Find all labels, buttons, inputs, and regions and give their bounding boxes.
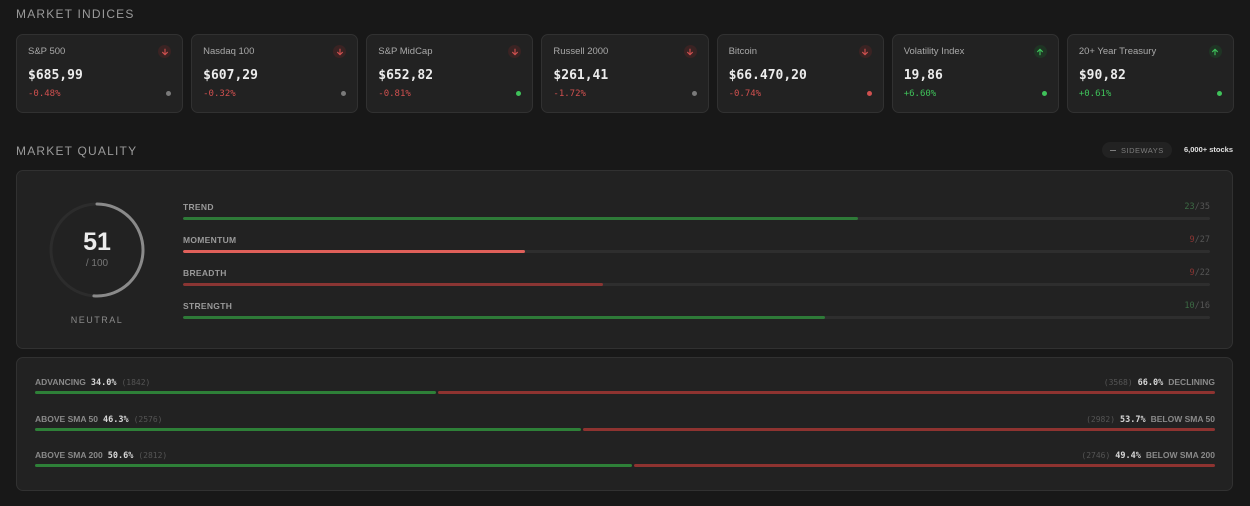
index-price: $66.470,20 (728, 68, 807, 83)
metric-track (183, 283, 1210, 286)
breadth-right: (2746) 49.4% BELOW SMA 200 (1081, 450, 1215, 461)
index-change: -0.74% (728, 89, 762, 99)
index-change: +6.60% (903, 89, 937, 99)
index-cards: S&P 500 $685,99 -0.48% Nasdaq 100 $607,2… (16, 34, 1234, 113)
breadth-row-sma50: ABOVE SMA 50 46.3% (2576) (2982) 53.7% BELOW… (35, 414, 1215, 440)
quality-score: 51 (83, 228, 111, 256)
regime-label: SIDEWAYS (1121, 145, 1164, 155)
metric-fill (183, 283, 604, 286)
breadth-left: ABOVE SMA 50 46.3% (2576) (35, 414, 163, 425)
arrow-down-icon (858, 45, 872, 58)
breadth-right: (3568) 66.0% DECLINING (1103, 377, 1215, 388)
breadth-left: ABOVE SMA 200 50.6% (2812) (35, 450, 168, 461)
breadth-bar-negative (583, 428, 1215, 431)
breadth-row-advancing: ADVANCING 34.0% (1842) (3568) 66.0% DECLININ… (35, 377, 1215, 403)
metric-fill (183, 250, 525, 253)
index-card-sp-midcap[interactable]: S&P MidCap $652,82 -0.81% (366, 34, 534, 113)
universe-label: 6,000+ stocks (1184, 145, 1233, 154)
metric-fill (183, 316, 825, 319)
index-card-treasury20y[interactable]: 20+ Year Treasury $90,82 +0.61% (1066, 34, 1234, 113)
metric-track (183, 316, 1210, 319)
metric-score: 23/35 (1184, 202, 1210, 212)
metric-name: TREND (183, 202, 214, 212)
index-change: +0.61% (1078, 89, 1112, 99)
index-change: -1.72% (553, 89, 586, 99)
index-name: S&P MidCap (378, 46, 433, 57)
market-indices-title: MARKET INDICES (16, 7, 135, 21)
market-quality-panel: 51 / 100 NEUTRAL TREND 23/35 MOMENTUM 9/… (16, 170, 1233, 349)
index-name: 20+ Year Treasury (1078, 46, 1157, 57)
index-price: 19,86 (903, 68, 943, 83)
status-dot (1216, 91, 1222, 96)
breadth-bar (35, 428, 1215, 431)
breadth-bar-negative (438, 391, 1215, 394)
breadth-bar-positive (35, 391, 437, 394)
breadth-bar (35, 464, 1215, 467)
index-name: Volatility Index (903, 46, 965, 57)
metric-score: 10/16 (1184, 301, 1210, 311)
metric-name: MOMENTUM (183, 235, 237, 245)
index-price: $90,82 (1078, 68, 1126, 83)
metric-strength: STRENGTH 10/16 (183, 301, 1210, 323)
metric-breadth: BREADTH 9/22 (183, 268, 1210, 290)
metric-score: 9/22 (1189, 268, 1210, 278)
arrow-up-icon (1208, 45, 1222, 58)
status-dot (691, 91, 697, 96)
index-change: -0.48% (28, 89, 61, 99)
index-card-bitcoin[interactable]: Bitcoin $66.470,20 -0.74% (716, 34, 884, 113)
index-price: $261,41 (553, 68, 609, 83)
index-price: $652,82 (378, 68, 434, 83)
index-name: Nasdaq 100 (203, 46, 255, 57)
quality-label: NEUTRAL (70, 315, 124, 325)
status-dot (866, 91, 872, 96)
status-dot (1041, 91, 1047, 96)
quality-max: / 100 (85, 258, 109, 269)
index-card-sp500[interactable]: S&P 500 $685,99 -0.48% (16, 34, 184, 113)
metric-track (183, 250, 1210, 253)
index-name: Bitcoin (728, 46, 758, 57)
breadth-bar-negative (634, 464, 1215, 467)
arrow-up-icon (1033, 45, 1047, 58)
regime-badge: SIDEWAYS (1102, 142, 1172, 158)
metric-name: BREADTH (183, 268, 227, 278)
metric-fill (183, 217, 858, 220)
market-quality-title: MARKET QUALITY (16, 144, 138, 158)
breadth-bar (35, 391, 1215, 394)
index-change: -0.81% (378, 89, 411, 99)
dash-icon (1110, 149, 1116, 151)
metric-track (183, 217, 1210, 220)
index-change: -0.32% (203, 89, 236, 99)
index-price: $607,29 (203, 68, 258, 83)
breadth-right: (2982) 53.7% BELOW SMA 50 (1086, 414, 1215, 425)
breadth-left: ADVANCING 34.0% (1842) (35, 377, 151, 388)
metric-momentum: MOMENTUM 9/27 (183, 235, 1210, 257)
breadth-bar-positive (35, 464, 633, 467)
breadth-row-sma200: ABOVE SMA 200 50.6% (2812) (2746) 49.4% BELO… (35, 450, 1215, 476)
index-card-russell2000[interactable]: Russell 2000 $261,41 -1.72% (541, 34, 709, 113)
index-card-nasdaq100[interactable]: Nasdaq 100 $607,29 -0.32% (191, 34, 359, 113)
index-name: Russell 2000 (553, 46, 609, 57)
index-name: S&P 500 (28, 46, 66, 57)
index-card-volatility[interactable]: Volatility Index 19,86 +6.60% (891, 34, 1059, 113)
metric-trend: TREND 23/35 (183, 202, 1210, 224)
index-price: $685,99 (28, 68, 83, 83)
breadth-bar-positive (35, 428, 582, 431)
metric-score: 9/27 (1189, 235, 1210, 245)
breadth-panel: ADVANCING 34.0% (1842) (3568) 66.0% DECLININ… (16, 357, 1233, 491)
arrow-down-icon (683, 45, 697, 58)
metric-name: STRENGTH (183, 301, 233, 311)
